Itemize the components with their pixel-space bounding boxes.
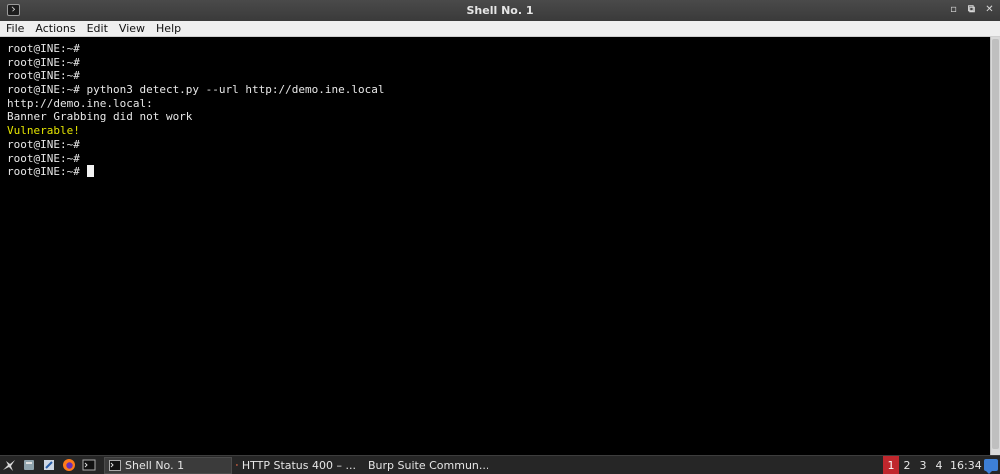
terminal-line-text: http://demo.ine.local:: [7, 96, 153, 110]
close-icon[interactable]: ✕: [985, 3, 994, 17]
minimize-icon[interactable]: ▫: [949, 3, 958, 17]
window-controls: ▫ ⧉ ✕: [949, 3, 994, 17]
terminal-line-text: root@INE:~#: [7, 42, 80, 55]
terminal-line: root@INE:~#: [7, 56, 990, 70]
terminal-line-text: root@INE:~#: [7, 165, 87, 179]
workspace-4[interactable]: 4: [931, 456, 947, 474]
task-shell[interactable]: Shell No. 1: [104, 456, 232, 474]
terminal-line-text: root@INE:~#: [7, 151, 80, 165]
firefox-icon[interactable]: [60, 457, 78, 474]
menu-edit[interactable]: Edit: [81, 21, 113, 37]
terminal-line: root@INE:~#: [7, 69, 990, 83]
terminal-line-text: root@INE:~#: [7, 69, 80, 83]
terminal-line: Vulnerable!: [7, 124, 990, 138]
menu-file[interactable]: File: [0, 21, 29, 37]
workspace-switcher: 1 2 3 4: [883, 456, 947, 474]
workspace-2[interactable]: 2: [899, 456, 915, 474]
task-firefox[interactable]: HTTP Status 400 – ...: [232, 457, 360, 474]
taskbar: Shell No. 1 HTTP Status 400 – ... Burp S…: [0, 455, 1000, 474]
clock[interactable]: 16:34: [950, 456, 982, 474]
maximize-icon[interactable]: ⧉: [967, 3, 976, 17]
terminal-icon[interactable]: [80, 457, 98, 474]
workspace-3[interactable]: 3: [915, 456, 931, 474]
terminal-output[interactable]: root@INE:~# root@INE:~# root@INE:~# root@IN…: [0, 37, 990, 455]
kali-menu-icon[interactable]: [0, 457, 18, 474]
task-burp[interactable]: Burp Suite Commun...: [360, 457, 488, 474]
text-editor-icon[interactable]: [40, 457, 58, 474]
notification-icon[interactable]: [984, 459, 998, 474]
task-label: HTTP Status 400 – ...: [241, 458, 356, 472]
firefox-icon: [236, 464, 238, 466]
terminal-scrollbar[interactable]: [990, 37, 1000, 455]
terminal-icon: [109, 459, 121, 471]
terminal-line: root@INE:~#: [7, 152, 990, 166]
terminal-line: root@INE:~#: [7, 165, 990, 179]
terminal-line-text: root@INE:~# python3 detect.py --url http…: [7, 83, 385, 97]
terminal-line: root@INE:~#: [7, 42, 990, 56]
task-label: Shell No. 1: [125, 458, 185, 472]
terminal-app-icon: [7, 4, 20, 16]
workspace-1[interactable]: 1: [883, 456, 899, 474]
terminal-line: root@INE:~# python3 detect.py --url http…: [7, 83, 990, 97]
terminal-line: root@INE:~#: [7, 138, 990, 152]
menu-help[interactable]: Help: [150, 21, 186, 37]
terminal-line: Banner Grabbing did not work: [7, 110, 990, 124]
window-title: Shell No. 1: [466, 4, 534, 17]
terminal-cursor: [87, 165, 95, 178]
menu-view[interactable]: View: [113, 21, 150, 37]
file-manager-icon[interactable]: [20, 457, 38, 474]
task-label: Burp Suite Commun...: [368, 458, 488, 472]
menu-actions[interactable]: Actions: [29, 21, 80, 37]
window-titlebar[interactable]: Shell No. 1 ▫ ⧉ ✕: [0, 0, 1000, 21]
terminal-line-text: Banner Grabbing did not work: [7, 110, 193, 124]
terminal-line-text: Vulnerable!: [7, 124, 80, 138]
menu-bar: File Actions Edit View Help: [0, 21, 1000, 37]
terminal-line-text: root@INE:~#: [7, 55, 80, 69]
terminal-line: http://demo.ine.local:: [7, 97, 990, 111]
scrollbar-thumb[interactable]: [992, 39, 999, 449]
terminal-line-text: root@INE:~#: [7, 137, 80, 151]
